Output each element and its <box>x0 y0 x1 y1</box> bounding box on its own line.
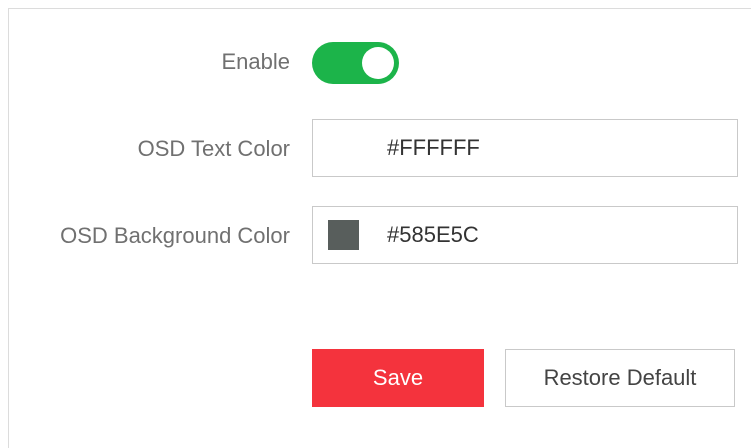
osd-text-color-label: OSD Text Color <box>137 136 290 161</box>
restore-default-button[interactable]: Restore Default <box>505 349 735 407</box>
toggle-knob <box>362 47 394 79</box>
osd-settings-panel: Enable OSD Text Color #FFFFFF OSD Backgr… <box>8 8 751 448</box>
osd-background-color-swatch[interactable] <box>328 220 359 250</box>
osd-background-color-field[interactable]: #585E5C <box>312 206 738 264</box>
osd-text-color-value: #FFFFFF <box>387 135 480 160</box>
save-button[interactable]: Save <box>312 349 484 407</box>
enable-label: Enable <box>221 49 290 74</box>
osd-background-color-value: #585E5C <box>387 222 479 247</box>
osd-background-color-label: OSD Background Color <box>60 223 290 248</box>
osd-text-color-swatch[interactable] <box>328 133 359 163</box>
osd-text-color-field[interactable]: #FFFFFF <box>312 119 738 177</box>
enable-toggle[interactable] <box>312 42 399 84</box>
